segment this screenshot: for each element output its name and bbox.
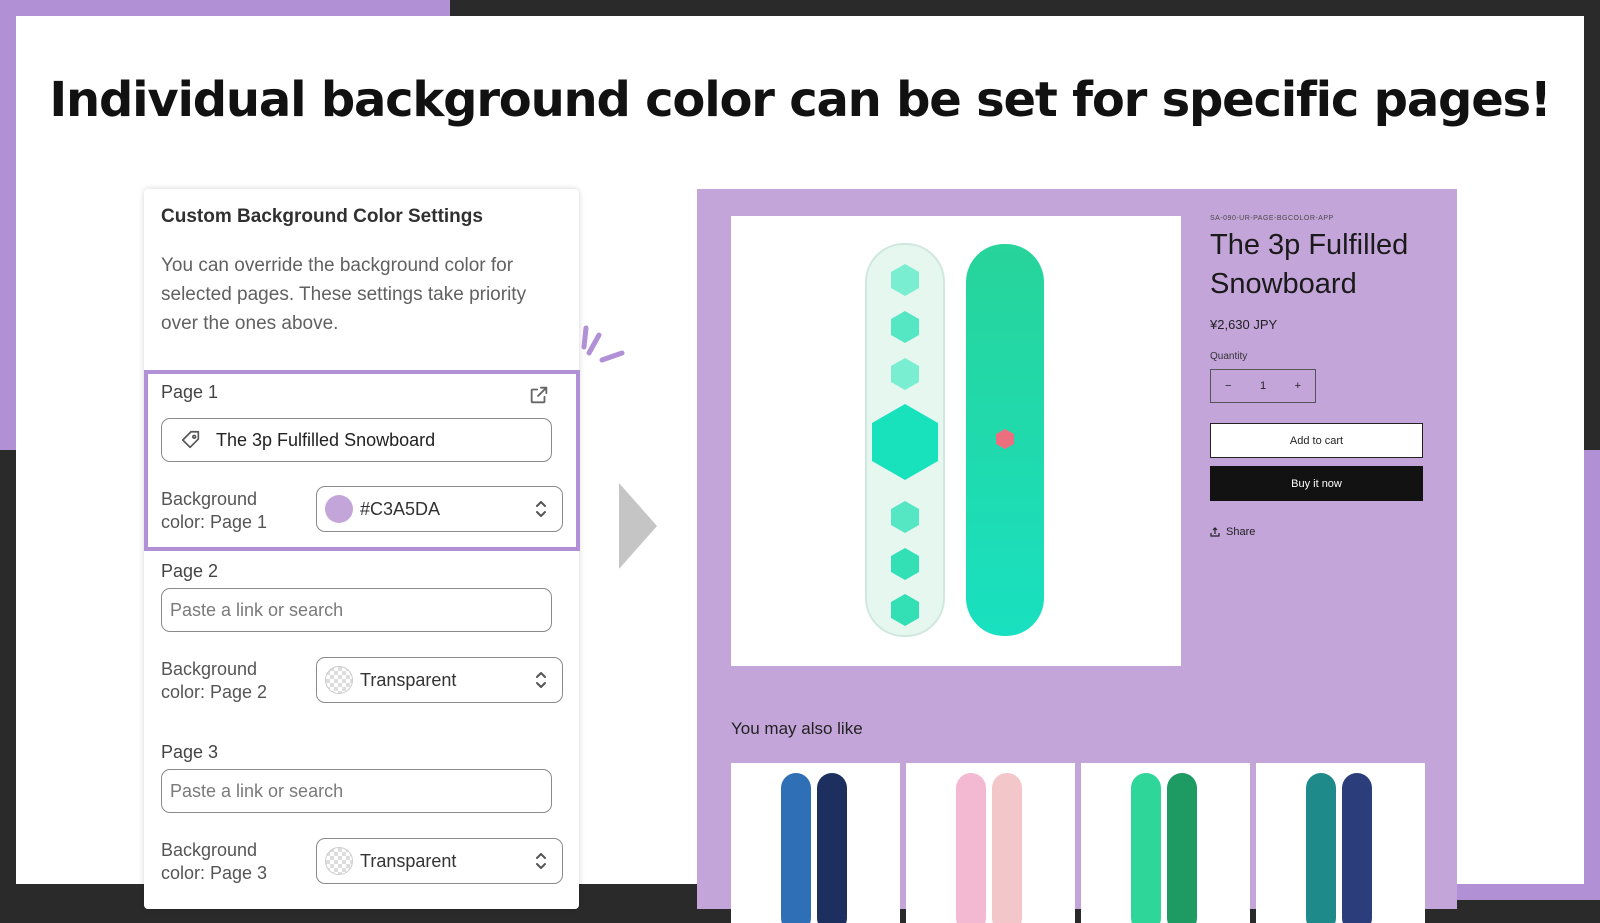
chevron-updown-icon [536,501,546,517]
external-link-icon[interactable] [528,384,550,406]
store-preview: SA-090-UR-PAGE-BGCOLOR-APP The 3p Fulfil… [697,189,1457,923]
quantity-stepper[interactable]: − 1 + [1210,369,1316,403]
page-2-block: Page 2 Paste a link or search Background… [144,561,579,721]
you-may-also-like-heading: You may also like [731,719,863,738]
page-1-value: The 3p Fulfilled Snowboard [216,429,436,450]
share-label: Share [1226,526,1256,538]
page-3-block: Page 3 Paste a link or search Background… [144,742,579,902]
page-1-label: Page 1 [161,382,219,402]
settings-title: Custom Background Color Settings [161,206,483,227]
product-image[interactable] [731,216,1181,666]
add-to-cart-button[interactable]: Add to cart [1210,423,1423,458]
quantity-label: Quantity [1210,351,1248,362]
page-2-color-select[interactable]: Transparent [316,657,563,703]
share-button[interactable]: Share [1210,526,1255,538]
snowboard-thumbnail [781,773,847,923]
chevron-updown-icon [536,853,546,869]
snowboard-thumbnail [1306,773,1372,923]
product-card[interactable] [1081,763,1250,923]
page-1-bg-label: Background color: Page 1 [161,489,268,532]
settings-description: You can override the background color fo… [161,255,527,334]
share-icon [1210,527,1220,537]
page-1-color-value: #C3A5DA [360,498,441,519]
snowboard-thumbnail [956,773,1022,923]
page-3-color-value: Transparent [360,850,457,871]
page-2-label: Page 2 [161,561,219,581]
product-sku: SA-090-UR-PAGE-BGCOLOR-APP [1210,215,1334,222]
transparent-swatch [325,666,353,694]
color-swatch [325,495,353,523]
product-title: The 3p Fulfilled Snowboard [1210,229,1409,300]
chevron-updown-icon [536,672,546,688]
quantity-minus-button[interactable]: − [1225,380,1231,392]
page-3-bg-label: Background color: Page 3 [161,840,268,883]
product-card[interactable] [906,763,1075,923]
product-card[interactable] [731,763,900,923]
page-2-color-value: Transparent [360,669,457,690]
page-1-color-select[interactable]: #C3A5DA [316,486,563,532]
transparent-swatch [325,847,353,875]
snowboard-thumbnail [1131,773,1197,923]
page-2-bg-label: Background color: Page 2 [161,659,268,702]
page-1-search-input[interactable]: The 3p Fulfilled Snowboard [161,418,552,462]
quantity-value[interactable]: 1 [1260,380,1266,392]
arrow-right-icon [619,483,657,569]
sparkle-icon [581,325,625,363]
quantity-plus-button[interactable]: + [1295,380,1301,392]
snowboard-image [865,243,1044,637]
page-3-color-select[interactable]: Transparent [316,838,563,884]
page-3-label: Page 3 [161,742,219,762]
page-2-search-input[interactable]: Paste a link or search [161,588,552,632]
page-3-search-input[interactable]: Paste a link or search [161,769,552,813]
headline: Individual background color can be set f… [49,72,1551,128]
settings-panel: Custom Background Color Settings You can… [144,189,580,909]
page-1-block: Page 1 The 3p Fulfilled Snowboard Backgr… [144,370,580,551]
product-card[interactable] [1256,763,1425,923]
page-3-placeholder: Paste a link or search [170,780,344,801]
buy-it-now-button[interactable]: Buy it now [1210,466,1423,501]
page-2-placeholder: Paste a link or search [170,599,344,620]
product-price: ¥2,630 JPY [1210,317,1278,332]
tag-icon [181,430,200,449]
